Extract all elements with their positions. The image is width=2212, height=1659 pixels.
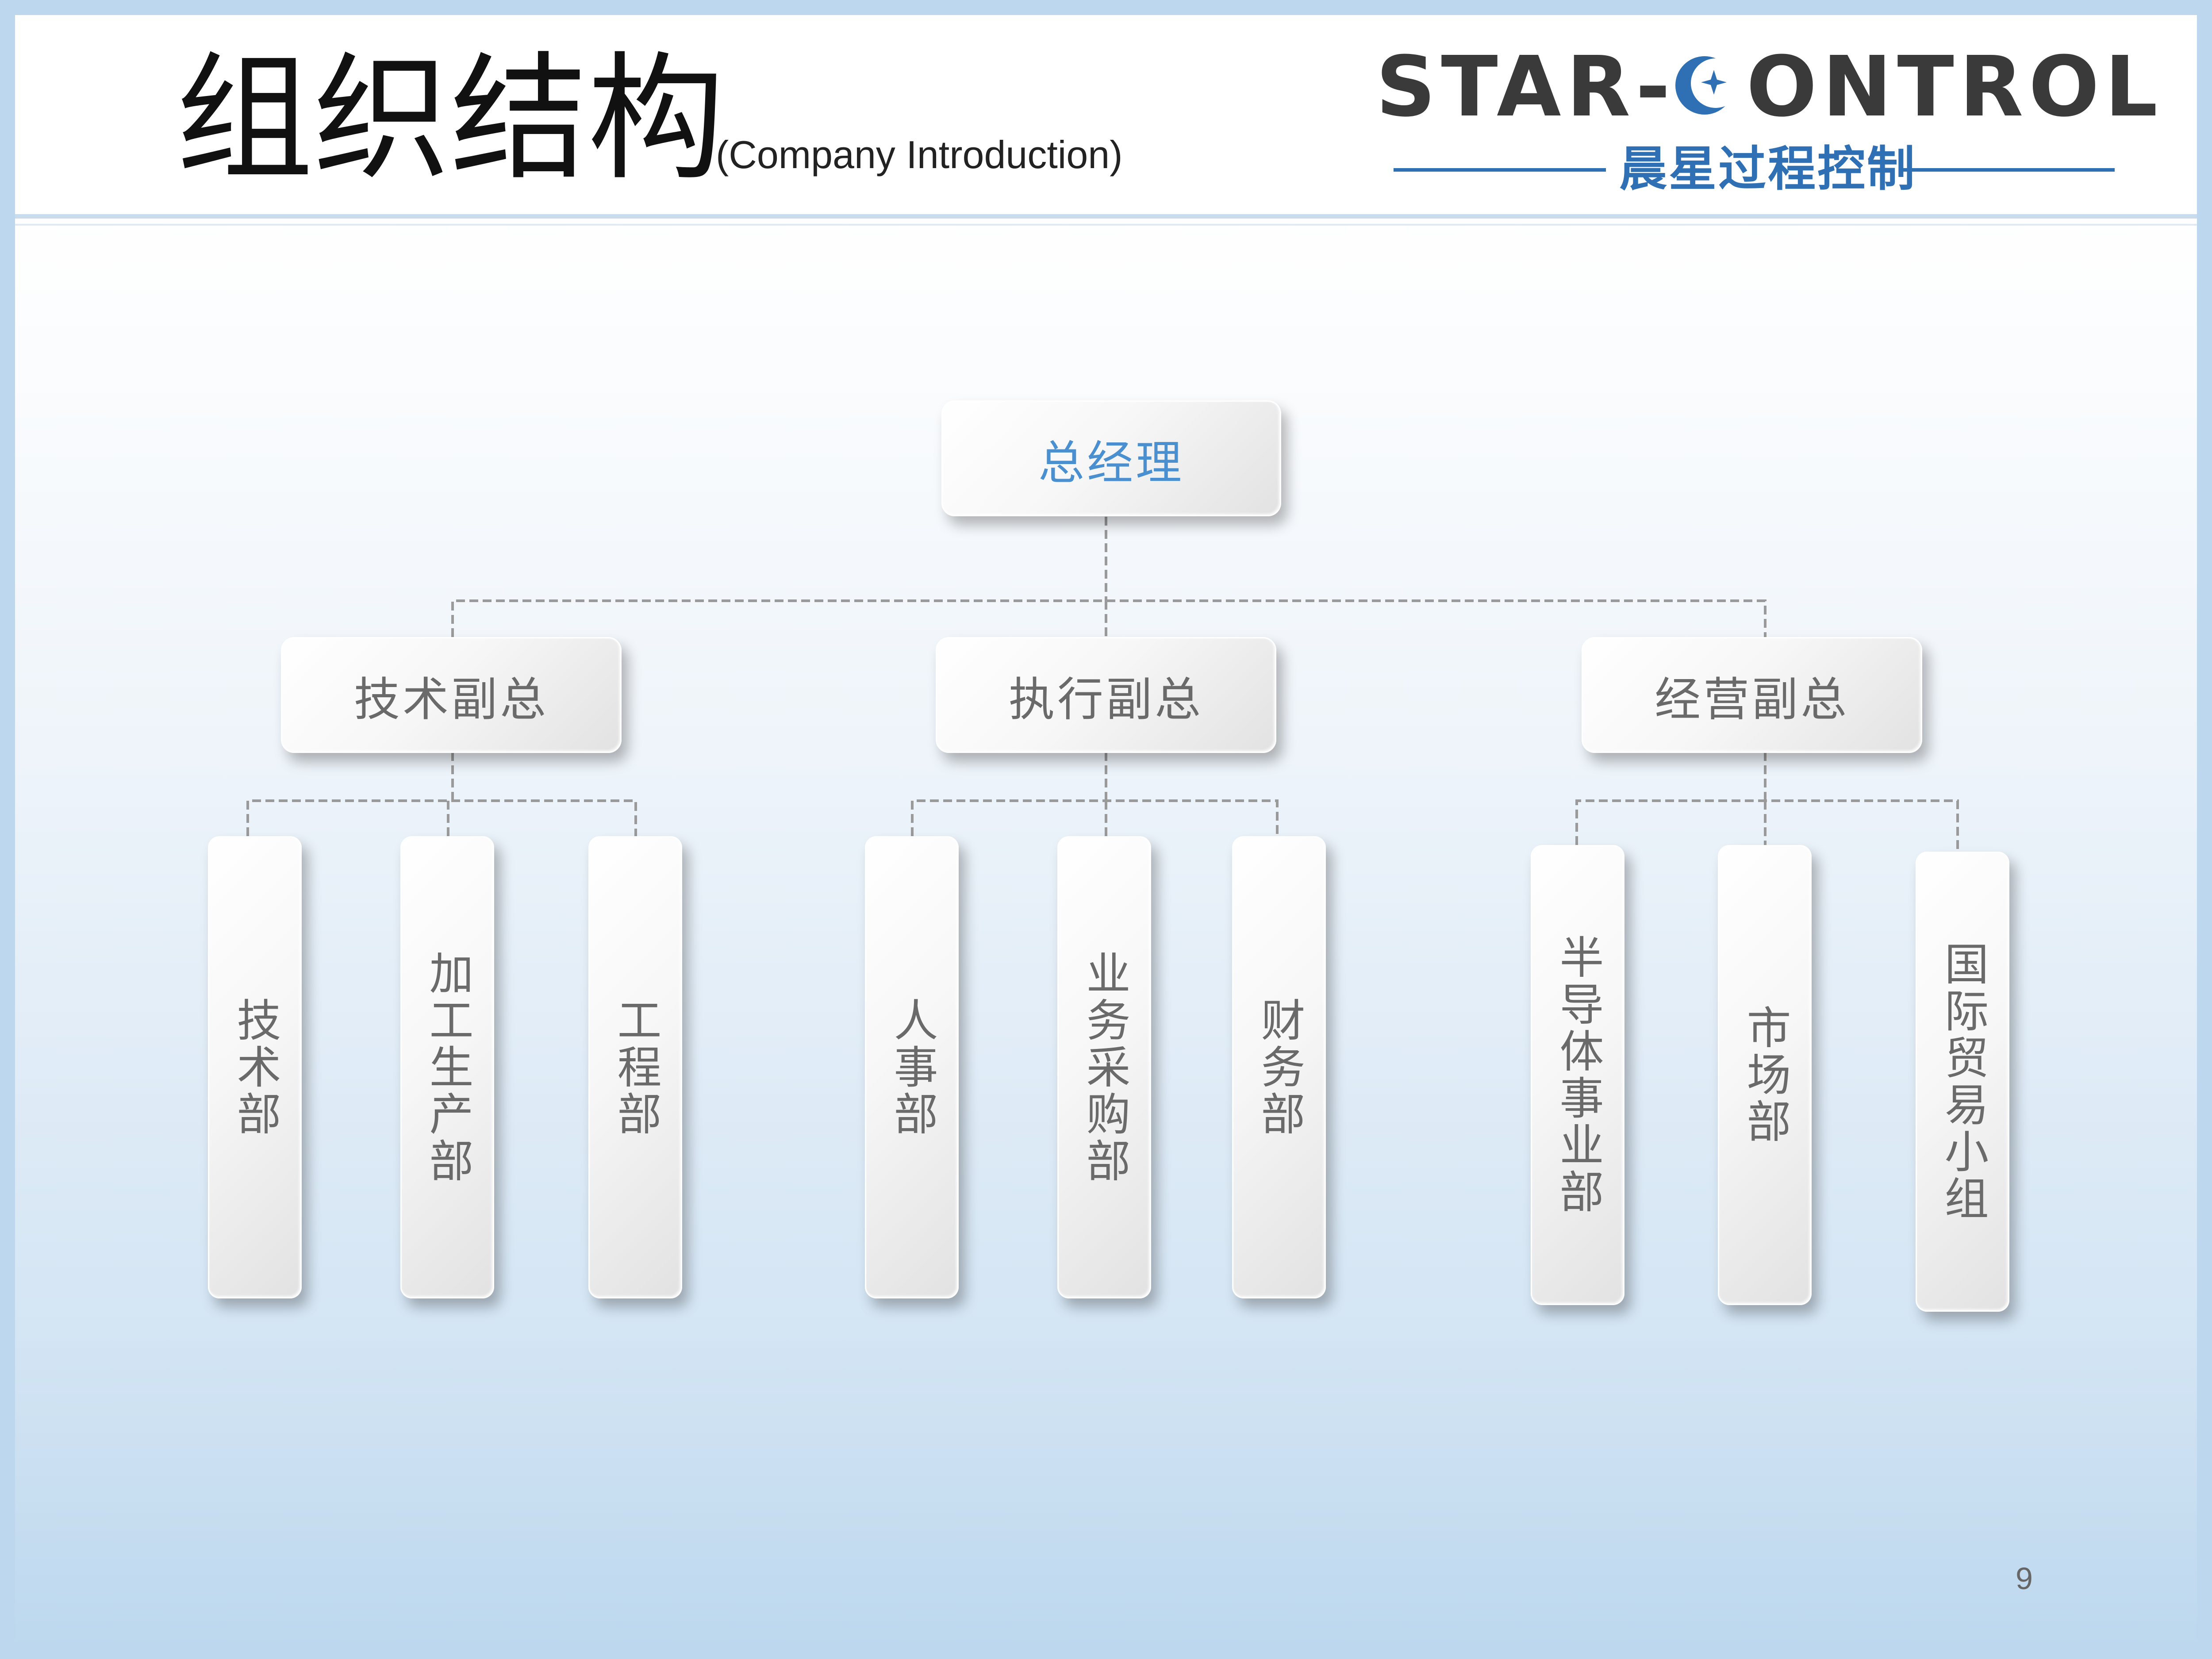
org-node-dept: 业务采购部: [1057, 836, 1151, 1298]
org-node-label: 执行副总: [1008, 672, 1203, 726]
connector-vp-bus: [451, 599, 1767, 637]
org-node-label: 市场部: [1739, 1005, 1791, 1145]
org-node-label: 技术副总: [353, 672, 549, 726]
connector-vp1-bus: [246, 799, 637, 836]
org-node-label: 加工生产部: [422, 950, 473, 1185]
org-node-dept: 国际贸易小组: [1916, 852, 2009, 1312]
org-node-dept: 市场部: [1718, 845, 1812, 1305]
org-node-vp-ops: 经营副总: [1582, 637, 1922, 753]
connector-vp2-bus: [911, 799, 1279, 836]
org-node-label: 财务部: [1253, 997, 1305, 1138]
org-node-label: 半导体事业部: [1552, 934, 1604, 1216]
org-node-label: 业务采购部: [1079, 950, 1130, 1185]
org-node-label: 人事部: [886, 997, 938, 1138]
connector-vp3-bus: [1575, 799, 1959, 852]
org-node-dept: 工程部: [588, 836, 682, 1298]
org-node-label: 工程部: [610, 997, 661, 1138]
page-number: 9: [2016, 1561, 2033, 1596]
org-node-label: 国际贸易小组: [1937, 941, 1989, 1222]
org-node-dept: 半导体事业部: [1531, 845, 1624, 1305]
org-node-dept: 加工生产部: [400, 836, 494, 1298]
org-node-general-manager: 总经理: [941, 400, 1281, 516]
org-node-vp-tech: 技术副总: [281, 637, 622, 753]
org-node-vp-exec: 执行副总: [936, 637, 1276, 753]
org-node-label: 技术部: [229, 997, 281, 1138]
org-node-dept: 人事部: [865, 836, 959, 1298]
org-node-label: 经营副总: [1654, 672, 1849, 726]
org-node-dept: 技术部: [208, 836, 302, 1298]
org-node-label: 总经理: [1038, 435, 1184, 490]
org-connectors: [246, 517, 1959, 852]
org-node-dept: 财务部: [1232, 836, 1326, 1298]
